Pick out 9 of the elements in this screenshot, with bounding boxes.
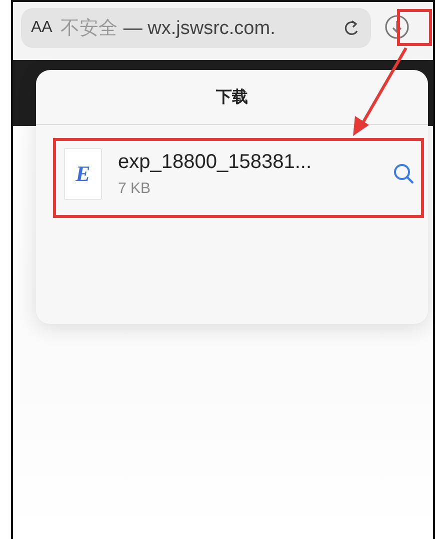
download-item[interactable]: E exp_18800_158381... 7 KB [64,139,416,218]
file-icon: E [64,148,102,200]
highlight-box [397,9,432,46]
url-text: 不安全 — wx.jswsrc.com. [60,17,276,41]
file-name: exp_18800_158381... [118,151,313,174]
text-size-button[interactable]: AA [31,19,52,37]
search-icon[interactable] [392,162,416,186]
address-bar[interactable]: AA 不安全 — wx.jswsrc.com. [21,8,371,48]
file-size: 7 KB [118,180,152,197]
